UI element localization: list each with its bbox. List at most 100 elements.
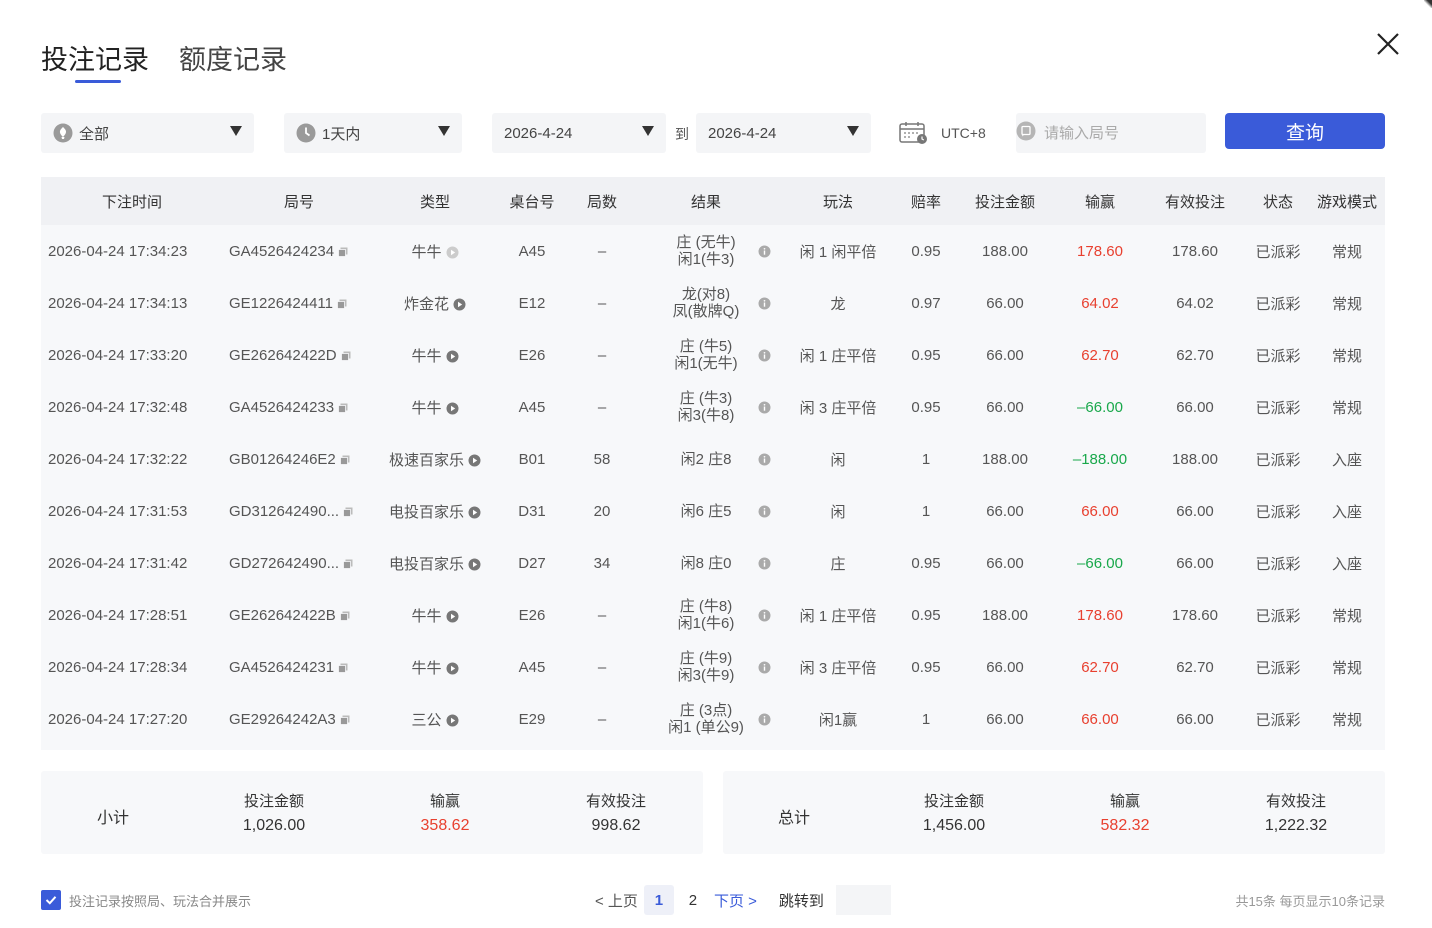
copy-icon[interactable] [339, 712, 350, 725]
copy-icon[interactable] [339, 452, 350, 465]
cell-count: – [597, 606, 607, 624]
cell-bet-time: 2026-04-24 17:34:23 [48, 242, 188, 260]
cell-table: A45 [518, 242, 546, 260]
next-page-button[interactable]: 下页 > [714, 890, 757, 911]
info-icon[interactable] [758, 505, 771, 518]
col-header-winloss: 输赢 [1057, 177, 1143, 225]
timezone-value: UTC+8 [941, 125, 986, 141]
replay-icon[interactable] [468, 558, 481, 571]
close-icon [1377, 33, 1399, 55]
result-line-2: 闲1 (单公9) [668, 719, 744, 736]
copy-icon[interactable] [338, 660, 348, 673]
copy-icon[interactable] [337, 296, 347, 309]
info-icon[interactable] [758, 609, 771, 622]
copy-icon[interactable] [339, 608, 350, 621]
copy-icon[interactable] [343, 556, 353, 569]
cell-winloss: 178.60 [1077, 606, 1123, 624]
replay-icon[interactable] [453, 298, 466, 311]
tab-credit-records[interactable]: 额度记录 [179, 42, 287, 78]
cell-round: GE262642422B [223, 589, 375, 641]
round-search-box [1016, 113, 1206, 153]
info-icon[interactable] [758, 297, 771, 310]
col-header-table: 桌台号 [495, 177, 569, 225]
date-range-separator: 到 [675, 126, 689, 142]
date-to-select[interactable]: 2026-4-24 [696, 113, 871, 153]
game-category-icon [53, 123, 73, 143]
cell-table: E29 [518, 710, 546, 728]
replay-icon[interactable] [468, 506, 481, 519]
merge-checkbox[interactable] [41, 890, 61, 910]
col-header-status: 状态 [1247, 177, 1309, 225]
jump-page-input[interactable] [835, 885, 891, 915]
cell-result: 龙(对8) 凤(散牌Q) [635, 277, 777, 329]
copy-icon[interactable] [343, 504, 353, 517]
info-icon[interactable] [758, 349, 771, 362]
cell-winloss: 62.70 [1081, 346, 1119, 364]
merge-records-toggle[interactable]: 投注记录按照局、玩法合并展示 [41, 890, 251, 910]
game-type-select[interactable]: 全部 [41, 113, 254, 153]
round-number-input[interactable] [1044, 124, 1184, 142]
cell-odds: 0.97 [911, 294, 941, 312]
cell-type: 极速百家乐 [375, 433, 495, 485]
info-icon[interactable] [758, 661, 771, 674]
result-line-1: 龙(对8) [681, 286, 731, 303]
cell-amount: 188.00 [982, 242, 1028, 260]
col-header-result: 结果 [635, 177, 777, 225]
cell-type: 牛牛 [375, 329, 495, 381]
chevron-down-icon [847, 126, 859, 136]
info-icon[interactable] [758, 401, 771, 414]
cell-round: GE29264242A3 [223, 693, 375, 745]
tab-bet-records[interactable]: 投注记录 [41, 42, 149, 83]
cell-type: 牛牛 [375, 381, 495, 433]
page-1-button[interactable]: 1 [643, 885, 674, 915]
replay-icon[interactable] [468, 454, 481, 467]
cell-status: 已派彩 [1255, 295, 1301, 313]
info-icon[interactable] [758, 453, 771, 466]
cell-bet-type: 闲 1 闲平倍 [799, 243, 877, 261]
cell-status: 已派彩 [1255, 711, 1301, 729]
replay-icon[interactable] [446, 714, 459, 727]
cell-odds: 0.95 [911, 606, 941, 624]
replay-icon[interactable] [446, 350, 459, 363]
cell-valid-bet: 66.00 [1176, 502, 1214, 520]
copy-icon[interactable] [340, 348, 351, 361]
copy-icon[interactable] [338, 400, 348, 413]
prev-page-button[interactable]: < 上页 [595, 890, 638, 911]
query-button[interactable]: 查询 [1225, 113, 1385, 149]
round-number: GE29264242A3 [229, 710, 336, 728]
timezone-selector[interactable]: UTC+8 [899, 119, 986, 147]
cell-type: 电投百家乐 [375, 537, 495, 589]
cell-count: 58 [593, 450, 611, 468]
game-type: 牛牛 [411, 347, 442, 365]
info-icon[interactable] [758, 557, 771, 570]
merge-records-label: 投注记录按照局、玩法合并展示 [69, 893, 252, 909]
replay-icon[interactable] [446, 662, 459, 675]
cell-round: GE262642422D [223, 329, 375, 381]
result-line-2: 闲1(牛6) [677, 615, 735, 632]
round-number: GE1226424411 [229, 294, 333, 312]
col-header-bet-time: 下注时间 [41, 177, 223, 225]
info-icon[interactable] [758, 713, 771, 726]
copy-icon[interactable] [338, 244, 348, 257]
replay-icon[interactable] [446, 246, 459, 259]
time-range-select[interactable]: 1天内 [284, 113, 462, 153]
close-button[interactable] [1374, 30, 1402, 58]
cell-odds: 0.95 [911, 398, 941, 416]
subtotal-amount: 投注金额 1,026.00 [242, 793, 306, 834]
cell-status: 已派彩 [1255, 399, 1301, 417]
cell-odds: 0.95 [911, 658, 941, 676]
cell-count: – [597, 242, 607, 260]
cell-amount: 66.00 [986, 346, 1024, 364]
page-2-button[interactable]: 2 [678, 885, 708, 915]
game-type: 炸金花 [403, 295, 449, 313]
replay-icon[interactable] [446, 610, 459, 623]
round-number: GA4526424231 [229, 658, 335, 676]
cell-result: 庄 (牛9) 闲3(牛9) [635, 641, 777, 693]
record-tabs: 投注记录 额度记录 [41, 42, 287, 83]
info-icon[interactable] [758, 245, 771, 258]
result-line-1: 庄 (牛8) [679, 598, 733, 615]
cell-round: GA4526424234 [223, 225, 375, 277]
date-from-select[interactable]: 2026-4-24 [492, 113, 666, 153]
replay-icon[interactable] [446, 402, 459, 415]
cell-round: GD272642490... [223, 537, 375, 589]
